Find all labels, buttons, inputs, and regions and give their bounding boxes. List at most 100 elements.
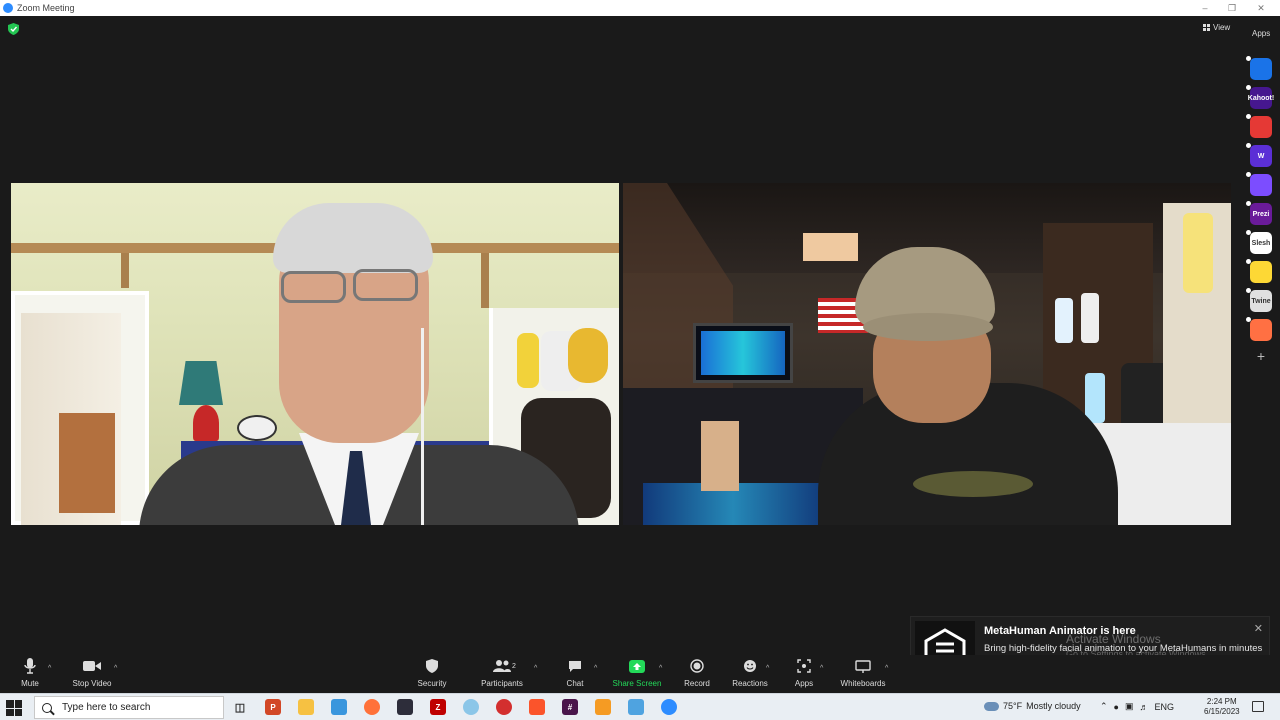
- taskbar-search[interactable]: [34, 696, 224, 719]
- brave-icon[interactable]: [529, 699, 545, 715]
- monitor-screen: [701, 331, 785, 375]
- app-icon-10-icon[interactable]: [1246, 317, 1272, 341]
- reactions-chevron-icon[interactable]: ^: [766, 665, 769, 672]
- participant-video-right[interactable]: [623, 183, 1231, 525]
- lamp-shade: [179, 361, 223, 405]
- participants-chevron-icon[interactable]: ^: [534, 665, 537, 672]
- apps-button[interactable]: Apps: [772, 657, 836, 688]
- app-icon-3-icon[interactable]: [1246, 114, 1272, 138]
- taskbar-search-input[interactable]: [62, 702, 172, 713]
- slack-icon[interactable]: #: [562, 699, 578, 715]
- smiley-icon: [744, 660, 756, 672]
- meeting-toolbar: Mute ^ Stop Video ^ Security Participant…: [0, 655, 1280, 693]
- windows-taskbar: ◫ P Z # 75°F Mostly cloudy ⌃ ● ▣ ♬ ENG 2…: [0, 693, 1280, 720]
- zoom-window: Zoom Meeting – ❐ ✕ View Apps Kahoot! W Pre…: [0, 0, 1280, 720]
- apps-panel-label: Apps: [1252, 29, 1271, 38]
- share-screen-label: Share Screen: [612, 679, 662, 688]
- spray-bottle: [1085, 373, 1105, 423]
- app-icon[interactable]: [595, 699, 611, 715]
- app-icon-text: Slesh: [1251, 239, 1271, 247]
- glasses-left: [281, 271, 346, 303]
- restore-button[interactable]: ❐: [1219, 0, 1245, 16]
- app-icon-8-icon[interactable]: [1246, 259, 1272, 283]
- task-view-icon[interactable]: ◫: [232, 699, 248, 715]
- shield-icon: [426, 659, 438, 673]
- whiteboard-icon: [855, 659, 871, 673]
- app-icon[interactable]: [331, 699, 347, 715]
- close-icon[interactable]: ✕: [1254, 622, 1263, 635]
- apps-label: Apps: [794, 679, 814, 688]
- add-app-icon[interactable]: +: [1250, 348, 1272, 364]
- chevron-up-icon[interactable]: ⌃: [1100, 701, 1108, 712]
- zoom-taskbar-icon[interactable]: [661, 699, 677, 715]
- powerpoint-icon[interactable]: P: [265, 699, 281, 715]
- mute-label: Mute: [21, 679, 39, 688]
- participants-label: Participants: [481, 679, 523, 688]
- participant-video-left[interactable]: [11, 183, 619, 525]
- app-indicator-dot: [1246, 56, 1251, 61]
- obs-icon[interactable]: [496, 699, 512, 715]
- app-indicator-dot: [1246, 259, 1251, 264]
- stop-video-label: Stop Video: [72, 679, 112, 688]
- volume-icon[interactable]: ♬: [1140, 702, 1149, 712]
- app-icon[interactable]: [463, 699, 479, 715]
- app-icon-9-icon[interactable]: Twine: [1246, 288, 1272, 312]
- audio-options-chevron-icon[interactable]: ^: [48, 665, 51, 672]
- firefox-icon[interactable]: [364, 699, 380, 715]
- app-icon-kahoot-icon[interactable]: Kahoot!: [1246, 85, 1274, 109]
- video-camera-icon: [83, 661, 101, 671]
- minimize-button[interactable]: –: [1192, 0, 1218, 16]
- stop-video-button[interactable]: Stop Video: [60, 657, 124, 688]
- network-icon[interactable]: ▣: [1125, 701, 1134, 712]
- microphone-tray-icon[interactable]: ●: [1114, 702, 1119, 712]
- close-window-button[interactable]: ✕: [1248, 0, 1274, 16]
- microphone-icon: [24, 658, 36, 674]
- chat-button[interactable]: Chat: [543, 657, 607, 688]
- apps-chevron-icon[interactable]: ^: [820, 665, 823, 672]
- whiteboards-label: Whiteboards: [840, 679, 886, 688]
- app-icon-1-icon[interactable]: [1246, 56, 1272, 80]
- shield-icon[interactable]: [8, 23, 19, 35]
- reactions-label: Reactions: [732, 679, 768, 688]
- filezilla-icon[interactable]: Z: [430, 699, 446, 715]
- shelf-bracket: [121, 253, 129, 288]
- taskbar-clock[interactable]: 2:24 PM 6/15/2023: [1204, 697, 1240, 717]
- view-button[interactable]: View: [1203, 23, 1230, 32]
- bottle: [1055, 298, 1073, 343]
- weather-widget[interactable]: 75°F Mostly cloudy: [984, 701, 1081, 711]
- video-options-chevron-icon[interactable]: ^: [114, 665, 117, 672]
- resolve-icon[interactable]: [397, 699, 413, 715]
- app-indicator-dot: [1246, 143, 1251, 148]
- zoom-app-icon: [3, 3, 13, 13]
- app-icon-prezi-icon[interactable]: Prezi: [1246, 201, 1272, 225]
- app-icon-slido-icon[interactable]: Slesh: [1246, 230, 1272, 254]
- activate-windows-title: Activate Windows: [1066, 632, 1161, 646]
- whiteboards-button[interactable]: Whiteboards: [831, 657, 895, 688]
- app-indicator-dot: [1246, 114, 1251, 119]
- notification-center-icon[interactable]: [1252, 701, 1264, 712]
- security-button[interactable]: Security: [400, 657, 464, 688]
- windows-start-icon[interactable]: [6, 700, 22, 716]
- weather-temp: 75°F: [1003, 701, 1023, 711]
- app-indicator-dot: [1246, 172, 1251, 177]
- participants-button[interactable]: Participants: [470, 657, 534, 688]
- mute-button[interactable]: Mute: [0, 657, 62, 688]
- whiteboards-chevron-icon[interactable]: ^: [885, 665, 888, 672]
- share-screen-button[interactable]: Share Screen: [605, 657, 669, 688]
- app-icon-text: Prezi: [1252, 210, 1270, 218]
- app-icon-5-icon[interactable]: [1246, 172, 1272, 196]
- box: [803, 233, 858, 261]
- apps-icon: [797, 659, 811, 673]
- file-explorer-icon[interactable]: [298, 699, 314, 715]
- clock-date: 6/15/2023: [1204, 707, 1240, 716]
- hanging-item: [517, 333, 539, 388]
- app-icon-wordly-icon[interactable]: W: [1246, 143, 1272, 167]
- record-label: Record: [684, 679, 710, 688]
- app-indicator-dot: [1246, 201, 1251, 206]
- chat-chevron-icon[interactable]: ^: [594, 665, 597, 672]
- title-bar: Zoom Meeting – ❐ ✕: [0, 0, 1280, 16]
- share-chevron-icon[interactable]: ^: [659, 665, 662, 672]
- earbud-cable: [421, 328, 424, 525]
- app-icon[interactable]: [628, 699, 644, 715]
- language-indicator[interactable]: ENG: [1155, 702, 1175, 712]
